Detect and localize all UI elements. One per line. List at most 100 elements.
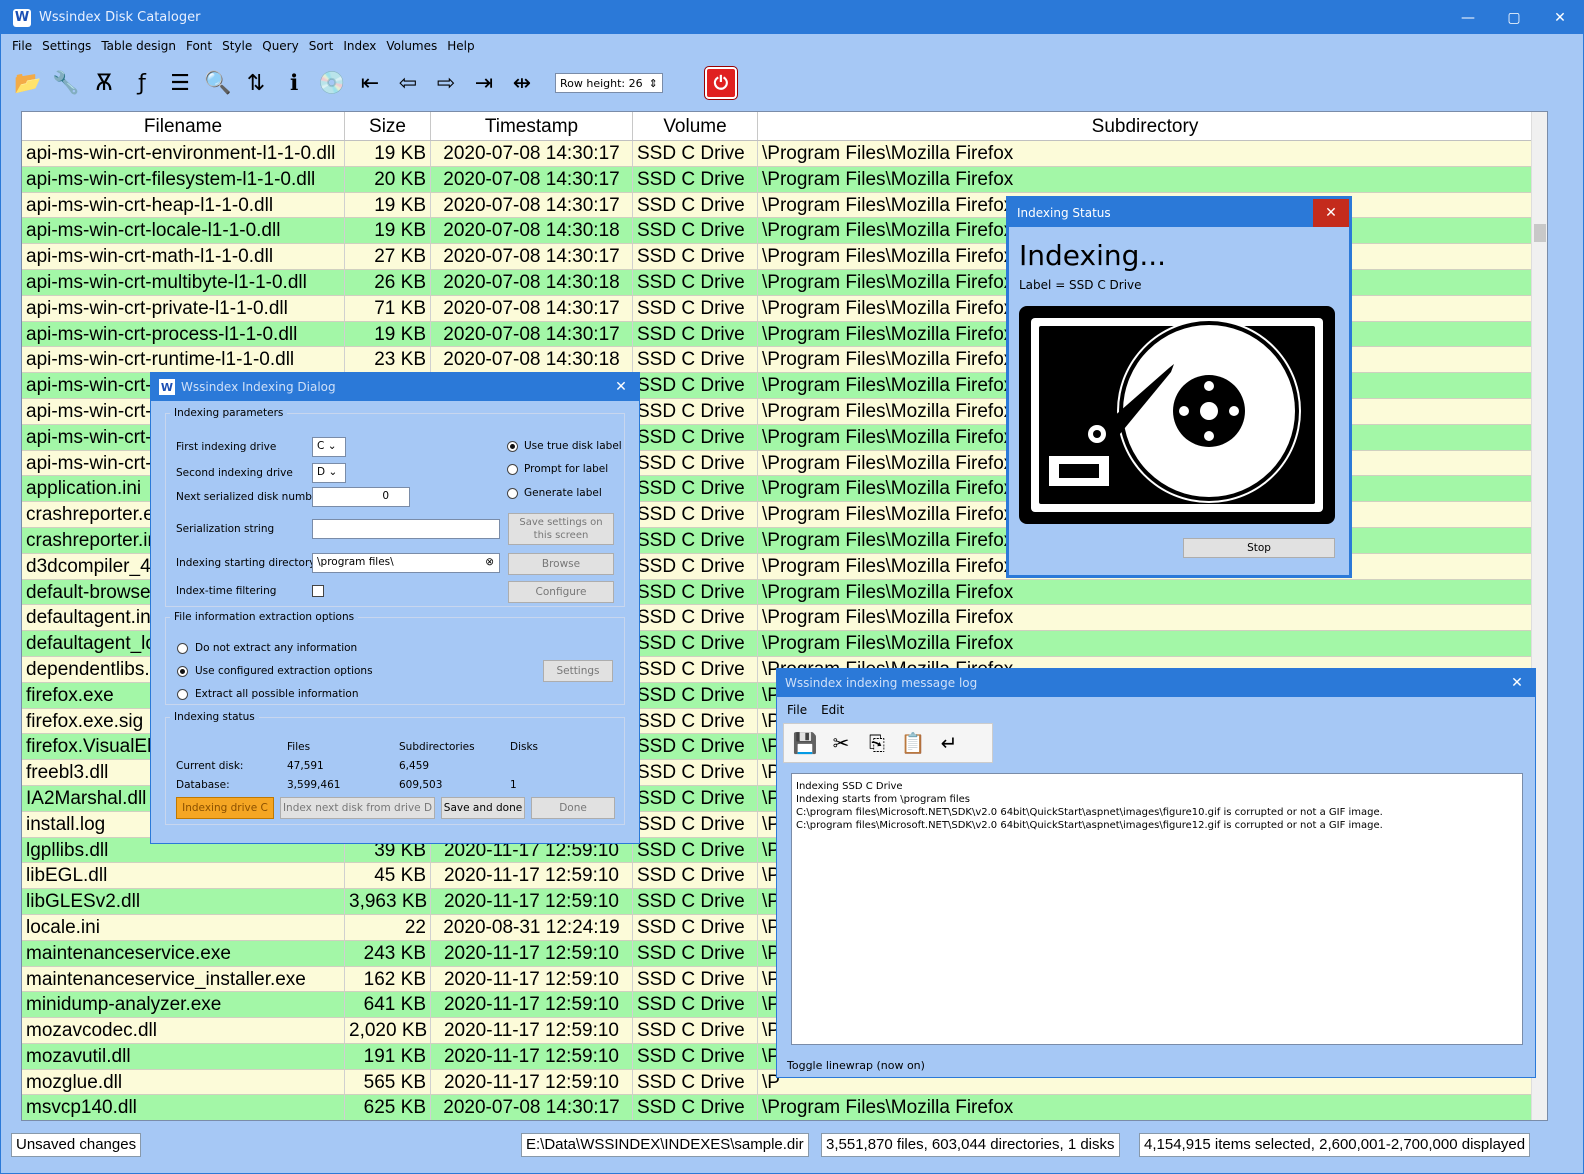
db-files: 3,599,461 bbox=[287, 779, 341, 791]
done-button[interactable]: Done bbox=[531, 797, 615, 819]
cell-volume: SSD C Drive bbox=[633, 1043, 758, 1069]
cell-size: 19 KB bbox=[345, 141, 431, 166]
table-row[interactable]: api-ms-win-crt-environment-l1-1-0.dll 19 … bbox=[22, 141, 1547, 167]
serial-string-input[interactable] bbox=[312, 519, 500, 539]
table-design-icon[interactable]: Ѫ bbox=[87, 66, 121, 100]
save-settings-button[interactable]: Save settings on this screen bbox=[508, 513, 614, 545]
fit-width-icon[interactable]: ⇹ bbox=[505, 66, 539, 100]
menu-table-design[interactable]: Table design bbox=[101, 39, 176, 53]
radio-prompt[interactable] bbox=[507, 464, 518, 475]
cell-volume: SSD C Drive bbox=[633, 1095, 758, 1120]
paste-icon[interactable]: 📋 bbox=[896, 726, 930, 760]
font-icon[interactable]: ƒ bbox=[125, 66, 159, 100]
settings-button[interactable]: Settings bbox=[543, 660, 613, 682]
cell-size: 3,963 KB bbox=[345, 889, 431, 914]
table-row[interactable]: api-ms-win-crt-filesystem-l1-1-0.dll 20 K… bbox=[22, 166, 1547, 193]
header-volume[interactable]: Volume bbox=[633, 112, 758, 140]
radio-extract-configured-text: Use configured extraction options bbox=[195, 665, 373, 677]
header-subdirectory[interactable]: Subdirectory bbox=[758, 112, 1533, 140]
sort-az-icon[interactable]: ⇅ bbox=[239, 66, 273, 100]
save-icon[interactable]: 💾 bbox=[788, 726, 822, 760]
open-folder-icon[interactable]: 📂 bbox=[11, 66, 45, 100]
prev-page-icon[interactable]: ⇦ bbox=[391, 66, 425, 100]
close-button[interactable]: ✕ bbox=[1537, 10, 1583, 26]
radio-extract-configured[interactable] bbox=[177, 666, 188, 677]
filter-checkbox[interactable] bbox=[312, 585, 324, 597]
cell-timestamp: 2020-07-08 14:30:17 bbox=[431, 192, 633, 218]
disk-icon[interactable]: 💿 bbox=[315, 66, 349, 100]
menu-index[interactable]: Index bbox=[343, 39, 376, 53]
cell-timestamp: 2020-11-17 12:59:10 bbox=[431, 1069, 633, 1095]
toolbar: 📂 🔧 Ѫ ƒ ☰ 🔍 ⇅ ℹ 💿 ⇤ ⇦ ⇨ ⇥ ⇹ Row height: … bbox=[1, 58, 1583, 108]
cell-size: 71 KB bbox=[345, 295, 431, 321]
radio-extract-none[interactable] bbox=[177, 643, 188, 654]
start-dir-input[interactable]: \program files\ ⊗ bbox=[312, 553, 500, 573]
radio-extract-all-text: Extract all possible information bbox=[195, 688, 359, 700]
cell-volume: SSD C Drive bbox=[633, 889, 758, 914]
cell-volume: SSD C Drive bbox=[633, 192, 758, 218]
query-magnifier-icon[interactable]: 🔍 bbox=[201, 66, 235, 100]
linewrap-icon[interactable]: ↵ bbox=[932, 726, 966, 760]
cell-timestamp: 2020-07-08 14:30:17 bbox=[431, 321, 633, 347]
cut-icon[interactable]: ✂ bbox=[824, 726, 858, 760]
minimize-button[interactable]: — bbox=[1445, 10, 1491, 26]
menu-file[interactable]: File bbox=[12, 39, 32, 53]
cell-volume: SSD C Drive bbox=[633, 166, 758, 192]
radio-extract-all[interactable] bbox=[177, 689, 188, 700]
second-drive-select[interactable]: D ⌄ bbox=[312, 463, 346, 483]
log-menu-file[interactable]: File bbox=[787, 703, 807, 717]
cell-volume: SSD C Drive bbox=[633, 914, 758, 940]
cell-volume: SSD C Drive bbox=[633, 708, 758, 734]
close-icon[interactable]: ✕ bbox=[1499, 675, 1535, 691]
header-size[interactable]: Size bbox=[345, 112, 431, 140]
configure-button[interactable]: Configure bbox=[508, 581, 614, 603]
cell-volume: SSD C Drive bbox=[633, 605, 758, 631]
stepper-arrows-icon[interactable]: ⇕ bbox=[649, 77, 658, 90]
next-serial-stepper[interactable]: 0 bbox=[312, 487, 410, 507]
close-icon[interactable]: ✕ bbox=[603, 379, 639, 395]
menu-query[interactable]: Query bbox=[262, 39, 298, 53]
radio-generate[interactable] bbox=[507, 488, 518, 499]
menu-style[interactable]: Style bbox=[222, 39, 252, 53]
header-filename[interactable]: Filename bbox=[22, 112, 345, 140]
index-next-button[interactable]: Index next disk from drive D bbox=[280, 797, 435, 819]
menu-sort[interactable]: Sort bbox=[309, 39, 334, 53]
menu-font[interactable]: Font bbox=[186, 39, 212, 53]
power-icon[interactable]: ⏻ bbox=[703, 66, 738, 100]
copy-icon[interactable]: ⎘ bbox=[860, 726, 894, 760]
log-text-area[interactable]: Indexing SSD C Drive Indexing starts fro… bbox=[791, 773, 1523, 1045]
cell-timestamp: 2020-11-17 12:59:10 bbox=[431, 940, 633, 966]
row-height-stepper[interactable]: Row height: 26 ⇕ bbox=[555, 73, 663, 93]
last-page-icon[interactable]: ⇥ bbox=[467, 66, 501, 100]
header-timestamp[interactable]: Timestamp bbox=[431, 112, 633, 140]
info-icon[interactable]: ℹ bbox=[277, 66, 311, 100]
radio-true-label[interactable] bbox=[507, 441, 518, 452]
stop-button[interactable]: Stop bbox=[1183, 538, 1335, 558]
cell-size: 191 KB bbox=[345, 1043, 431, 1069]
extract-legend: File information extraction options bbox=[174, 611, 355, 623]
clear-icon[interactable]: ⊗ bbox=[485, 556, 494, 568]
cell-filename: api-ms-win-crt-runtime-l1-1-0.dll bbox=[22, 347, 345, 373]
browse-button[interactable]: Browse bbox=[508, 553, 614, 575]
cell-volume: SSD C Drive bbox=[633, 553, 758, 579]
cell-volume: SSD C Drive bbox=[633, 450, 758, 476]
close-icon[interactable]: ✕ bbox=[1313, 199, 1349, 227]
table-row[interactable]: msvcp140.dll 625 KB 2020-07-08 14:30:17 SSD… bbox=[22, 1095, 1547, 1120]
tools-icon[interactable]: 🔧 bbox=[49, 66, 83, 100]
first-page-icon[interactable]: ⇤ bbox=[353, 66, 387, 100]
cell-size: 22 bbox=[345, 914, 431, 940]
style-icon[interactable]: ☰ bbox=[163, 66, 197, 100]
cell-timestamp: 2020-07-08 14:30:17 bbox=[431, 166, 633, 192]
maximize-button[interactable]: ▢ bbox=[1491, 10, 1537, 26]
menu-volumes[interactable]: Volumes bbox=[386, 39, 437, 53]
status-label: Label = SSD C Drive bbox=[1019, 278, 1142, 292]
menu-help[interactable]: Help bbox=[447, 39, 474, 53]
next-page-icon[interactable]: ⇨ bbox=[429, 66, 463, 100]
menu-settings[interactable]: Settings bbox=[42, 39, 91, 53]
toggle-linewrap[interactable]: Toggle linewrap (now on) bbox=[787, 1059, 925, 1072]
log-menu-edit[interactable]: Edit bbox=[821, 703, 844, 717]
first-drive-select[interactable]: C ⌄ bbox=[312, 437, 346, 457]
scrollbar-thumb[interactable] bbox=[1534, 224, 1546, 242]
indexing-drive-button[interactable]: Indexing drive C bbox=[176, 797, 274, 819]
save-and-done-button[interactable]: Save and done bbox=[441, 797, 525, 819]
